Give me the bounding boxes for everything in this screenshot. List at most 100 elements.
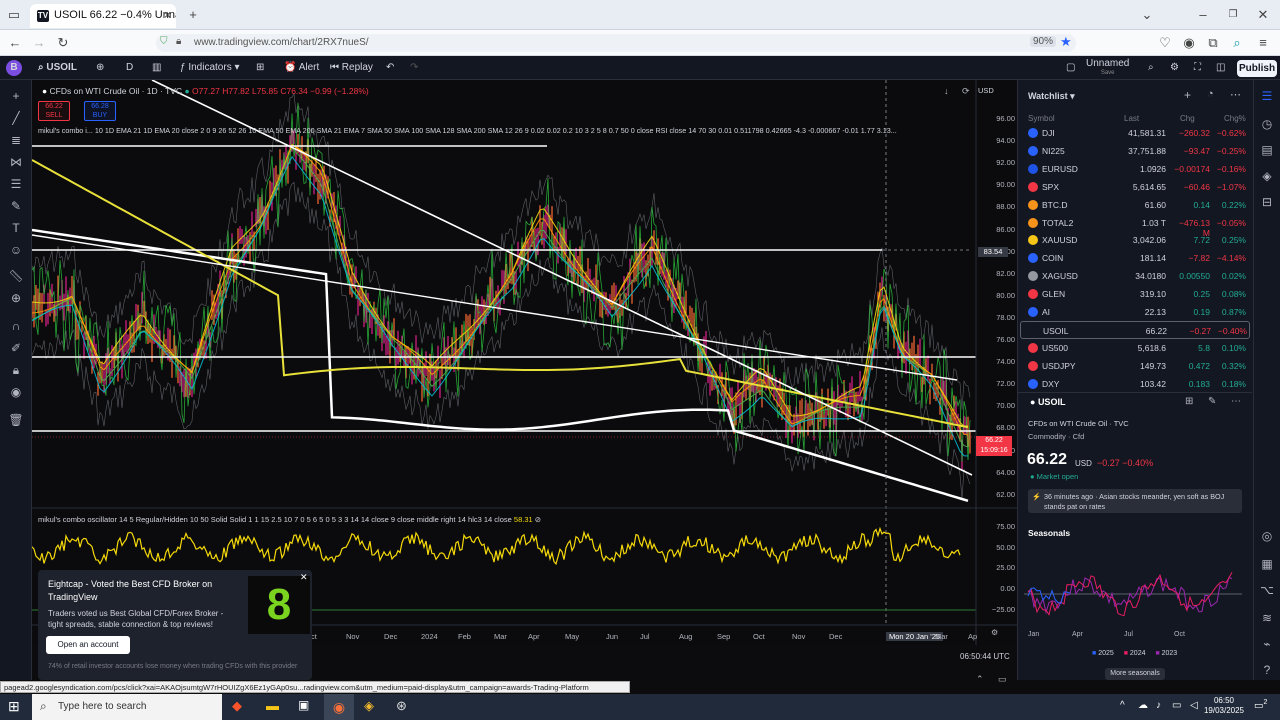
pocket-icon[interactable]: ♡ — [1154, 32, 1176, 54]
more-seasonals-button[interactable]: More seasonals — [1105, 668, 1165, 680]
download-icon[interactable]: ↓ — [944, 86, 949, 96]
notifications-icon[interactable]: ⌁ — [1259, 636, 1275, 652]
help-icon[interactable]: ? — [1259, 662, 1275, 678]
collapse-icon[interactable]: ⌃ — [976, 674, 984, 685]
oscillator-legend[interactable]: mikul's combo oscillator 14 5 Regular/Hi… — [38, 515, 541, 524]
minimize-icon[interactable]: – — [1192, 4, 1214, 26]
watchlist-row[interactable]: XAGUSD 34.0180 0.00550 0.02% — [1020, 267, 1250, 285]
menu-icon[interactable]: ≡ — [1252, 32, 1274, 54]
cloud-icon[interactable]: ☁ — [1138, 700, 1148, 711]
chart-type-icon[interactable]: ▥ — [152, 60, 161, 76]
close-tab-icon[interactable]: × — [164, 8, 171, 22]
alert-button[interactable]: ⏰ Alert — [284, 60, 319, 76]
watchlist-row[interactable]: NI225 37,751.88 −93.47 −0.25% — [1020, 142, 1250, 160]
taskbar-search[interactable]: ⌕ Type here to search — [32, 694, 222, 720]
brave-icon[interactable]: ◆ — [232, 698, 242, 714]
calendar-grid-icon[interactable]: ⊟ — [1259, 194, 1275, 210]
lock-icon[interactable]: 🔒︎ — [8, 362, 24, 378]
seasonals-title[interactable]: Seasonals — [1028, 528, 1070, 538]
publish-button[interactable]: Publish — [1237, 60, 1277, 77]
eye-icon[interactable]: ◉ — [8, 384, 24, 400]
watchlist-row[interactable]: USOIL 66.22 −0.27 −0.40% — [1020, 320, 1250, 339]
app-icon[interactable]: ▣ — [298, 698, 309, 712]
pine-icon[interactable]: ⌥ — [1259, 582, 1275, 598]
sell-button[interactable]: 66.22 SELL — [38, 101, 70, 121]
camera-icon[interactable]: ◫ — [1216, 60, 1225, 76]
col-last[interactable]: Last — [1124, 114, 1139, 123]
new-tab-icon[interactable]: + — [182, 4, 204, 26]
notification-icon[interactable]: ▭2 — [1254, 699, 1267, 711]
extensions-icon[interactable]: ⧉ — [1202, 32, 1224, 54]
trash-icon[interactable]: 🗑︎ — [8, 412, 24, 428]
undo-icon[interactable]: ↶ — [386, 60, 394, 76]
layout-icon[interactable]: ▢ — [1066, 60, 1075, 76]
brush-icon[interactable]: ✎ — [8, 198, 24, 214]
lock-drawings-icon[interactable]: ✐ — [8, 340, 24, 356]
watchlist-row[interactable]: US500 5,618.6 5.8 0.10% — [1020, 339, 1250, 357]
watchlist-row[interactable]: AI 22.13 0.19 0.87% — [1020, 303, 1250, 321]
binance-icon[interactable]: ◈ — [364, 698, 374, 714]
sync-icon[interactable]: ⟳ — [962, 86, 970, 97]
magnet-icon[interactable]: ∩ — [8, 318, 24, 334]
calendar-icon[interactable]: ▦ — [1259, 556, 1275, 572]
add-symbol-icon[interactable]: + — [1184, 88, 1191, 102]
steam-icon[interactable]: ⊛ — [396, 698, 407, 714]
url-field[interactable]: ⛉ 🔒︎ www.tradingview.com/chart/2RX7nueS/… — [156, 34, 1076, 52]
browser-tab[interactable]: TV USOIL 66.22 −0.4% Unnamed × — [30, 4, 176, 28]
fullscreen-icon[interactable]: ⛶ — [1194, 60, 1201, 76]
bookmark-star-icon[interactable]: ★ — [1060, 34, 1072, 50]
close-window-icon[interactable]: ✕ — [1252, 4, 1274, 26]
emoji-icon[interactable]: ☺ — [8, 242, 24, 258]
layout-name-button[interactable]: Unnamed Save — [1086, 59, 1129, 77]
layers-icon[interactable]: ◈ — [1259, 168, 1275, 184]
volume-icon[interactable]: ◁ — [1190, 700, 1198, 711]
trendline-icon[interactable]: ╱ — [8, 110, 24, 126]
ruler-icon[interactable]: 📏︎ — [8, 268, 24, 284]
watchlist-row[interactable]: DXY 103.42 0.183 0.18% — [1020, 375, 1250, 393]
news-icon[interactable]: ▤ — [1259, 142, 1275, 158]
projection-icon[interactable]: ☰ — [8, 176, 24, 192]
quick-search-icon[interactable]: ⌕ — [1148, 60, 1154, 76]
windows-start-icon[interactable]: ⊞ — [8, 698, 20, 715]
restore-icon[interactable]: ❐ — [1222, 4, 1244, 26]
network-icon[interactable]: ▭ — [1172, 700, 1181, 711]
target-icon[interactable]: ◎ — [1259, 528, 1275, 544]
firefox-icon[interactable]: ◉ — [324, 694, 354, 720]
broker-ad[interactable]: Eightcap - Voted the Best CFD Broker on … — [38, 570, 312, 680]
more-options-icon[interactable]: ⋯ — [1230, 88, 1241, 101]
clock[interactable]: 06:50 19/03/2025 — [1200, 696, 1248, 716]
file-explorer-icon[interactable]: ▬ — [266, 698, 279, 713]
zoom-level[interactable]: 90% — [1030, 36, 1057, 47]
watchlist-row[interactable]: TOTAL2 1.03 T −476.13 M −0.05% — [1020, 214, 1250, 238]
search-ext-icon[interactable]: ⌕ — [1226, 32, 1248, 54]
grid-icon[interactable]: ⊞ — [1185, 396, 1193, 407]
symbol-search-button[interactable]: ⌕ USOIL — [38, 60, 77, 76]
redo-icon[interactable]: ↷ — [410, 60, 418, 76]
oscillator-settings-icon[interactable]: ⊘ — [535, 515, 541, 524]
watchlist-row[interactable]: COIN 181.14 −7.82 −4.14% — [1020, 249, 1250, 267]
tray-up-icon[interactable]: ^ — [1120, 700, 1125, 711]
close-ad-icon[interactable]: ✕ — [300, 572, 308, 583]
fib-icon[interactable]: ≣ — [8, 132, 24, 148]
buy-button[interactable]: 66.28 BUY — [84, 101, 116, 121]
col-chgpct[interactable]: Chg% — [1224, 114, 1246, 123]
watchlist-row[interactable]: BTC.D 61.60 0.14 0.22% — [1020, 196, 1250, 214]
crosshair-icon[interactable]: + — [8, 88, 24, 104]
utc-clock[interactable]: 06:50:44 UTC — [960, 652, 1010, 661]
reload-icon[interactable]: ↻ — [52, 32, 74, 54]
watchlist-row[interactable]: SPX 5,614.65 −60.46 −1.07% — [1020, 178, 1250, 196]
templates-icon[interactable]: ⊞ — [256, 60, 264, 76]
watchlist-row[interactable]: USDJPY 149.73 0.472 0.32% — [1020, 357, 1250, 375]
compare-icon[interactable]: ⊕ — [96, 60, 104, 76]
chevron-down-icon[interactable]: ⌄ — [1136, 4, 1158, 26]
settings-gear-icon[interactable]: ⚙ — [1170, 60, 1179, 76]
forward-icon[interactable]: → — [28, 32, 50, 54]
watchlist-row[interactable]: XAUUSD 3,042.06 7.72 0.25% — [1020, 231, 1250, 249]
text-icon[interactable]: T — [8, 220, 24, 236]
tab-list-icon[interactable]: ▭ — [3, 4, 25, 26]
watchlist-icon[interactable]: ☰ — [1259, 88, 1275, 104]
user-avatar[interactable]: B — [6, 60, 22, 76]
indicator-legend[interactable]: mikul's combo i... 10 1D EMA 21 1D EMA 2… — [38, 126, 938, 135]
axis-settings-icon[interactable]: ⚙ — [991, 628, 998, 637]
replay-button[interactable]: ⏮ Replay — [330, 60, 373, 76]
